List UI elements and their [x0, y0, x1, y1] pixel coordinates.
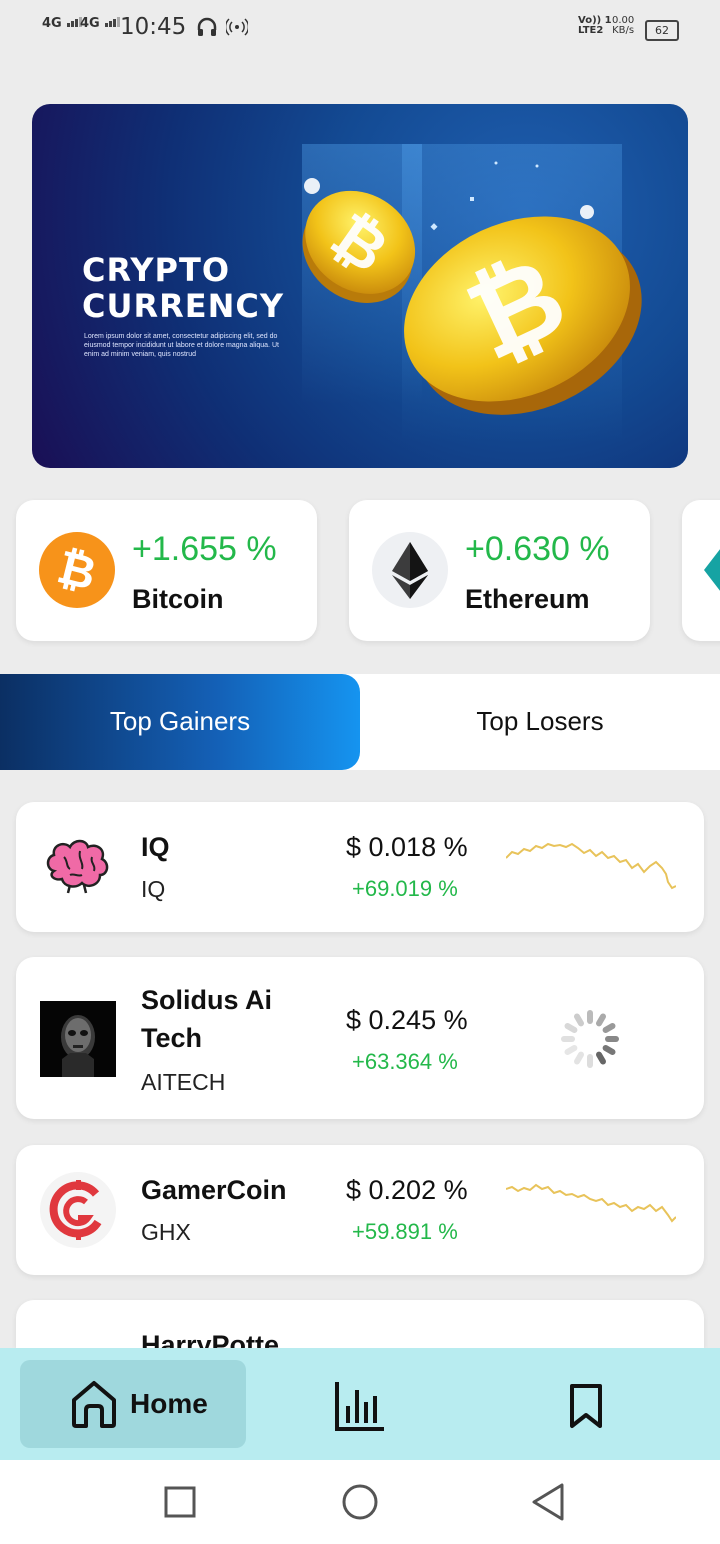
coin-change: +0.630 %	[465, 530, 610, 568]
home-icon	[72, 1381, 116, 1428]
coin-price: $ 0.018 %	[346, 832, 468, 862]
coin-price: $ 0.245 %	[346, 1005, 468, 1035]
banner-title: CRYPTO CURRENCY	[82, 251, 285, 325]
nav-home[interactable]: Home	[20, 1360, 246, 1448]
list-item[interactable]: HarryPotte	[16, 1300, 704, 1348]
status-time: 10:45	[120, 14, 187, 40]
coin-change: +63.364 %	[352, 1049, 458, 1074]
tab-top-losers-label: Top Losers	[476, 706, 604, 736]
hotspot-icon	[224, 16, 250, 42]
tab-top-gainers-label: Top Gainers	[109, 706, 251, 736]
loading-spinner-icon	[561, 1010, 619, 1068]
promo-banner[interactable]: ₿ ₿ CRYPTO CURRENCY Lorem ipsum dolor si…	[32, 104, 688, 468]
tab-top-losers[interactable]: Top Losers	[360, 674, 720, 770]
tab-top-gainers[interactable]: Top Gainers	[0, 674, 360, 770]
list-item[interactable]: IQ IQ $ 0.018 % +69.019 %	[16, 802, 704, 932]
sparkline-chart	[506, 1183, 676, 1223]
status-bar: 4G 4G 10:45 Vo)) 1 LTE2 0.00 KB/s 62	[0, 0, 720, 58]
bitcoin-icon: ₿	[39, 532, 115, 608]
coin-card-ethereum[interactable]: +0.630 % Ethereum	[349, 500, 650, 641]
headphones-icon	[196, 16, 218, 42]
list-item[interactable]: GamerCoin GHX $ 0.202 % +59.891 %	[16, 1145, 704, 1275]
back-icon[interactable]	[530, 1482, 566, 1522]
robot-face-icon	[40, 1001, 116, 1077]
home-circle-icon[interactable]	[342, 1484, 378, 1520]
coin-name: HarryPotte	[141, 1330, 280, 1348]
coin-price: $ 0.202 %	[346, 1175, 468, 1205]
coin-name: IQ	[141, 832, 170, 862]
gamercoin-icon	[40, 1172, 116, 1248]
network-indicator-2: 4G	[80, 16, 121, 31]
coin-icon	[704, 544, 720, 596]
network-indicator-1: 4G	[42, 16, 83, 31]
coin-change: +69.019 %	[352, 876, 458, 901]
svg-text:₿: ₿	[52, 539, 101, 600]
coin-name: GamerCoin	[141, 1175, 287, 1205]
bookmark-icon	[570, 1384, 602, 1428]
coin-name: Solidus Ai Tech	[141, 985, 273, 1053]
sparkline-chart	[506, 842, 676, 890]
chart-icon	[335, 1382, 384, 1431]
bottom-navigation: Home	[0, 1348, 720, 1460]
coin-symbol: AITECH	[141, 1069, 226, 1095]
list-item[interactable]: Solidus Ai Tech AITECH $ 0.245 % +63.364…	[16, 957, 704, 1119]
coin-change: +59.891 %	[352, 1219, 458, 1244]
market-tabs: Top Gainers Top Losers	[0, 674, 720, 770]
coin-name: Bitcoin	[132, 584, 224, 614]
coin-symbol: GHX	[141, 1219, 191, 1245]
nav-home-label: Home	[130, 1388, 208, 1419]
brain-icon	[40, 829, 116, 905]
coin-symbol: IQ	[141, 876, 166, 902]
nav-bookmark[interactable]	[566, 1382, 606, 1432]
volte-indicator: Vo)) 1 LTE2	[578, 15, 612, 36]
battery-indicator: 62	[645, 20, 679, 41]
nav-chart[interactable]	[334, 1380, 386, 1432]
ethereum-icon	[372, 532, 448, 608]
coin-card-bitcoin[interactable]: ₿ +1.655 % Bitcoin	[16, 500, 317, 641]
coin-card-partial[interactable]	[682, 500, 720, 641]
coin-name: Ethereum	[465, 584, 590, 614]
recent-apps-icon[interactable]	[164, 1486, 196, 1518]
coin-change: +1.655 %	[132, 530, 277, 568]
banner-subtitle: Lorem ipsum dolor sit amet, consectetur …	[84, 333, 279, 358]
network-speed: 0.00 KB/s	[612, 15, 635, 36]
system-navigation-bar	[0, 1460, 720, 1544]
